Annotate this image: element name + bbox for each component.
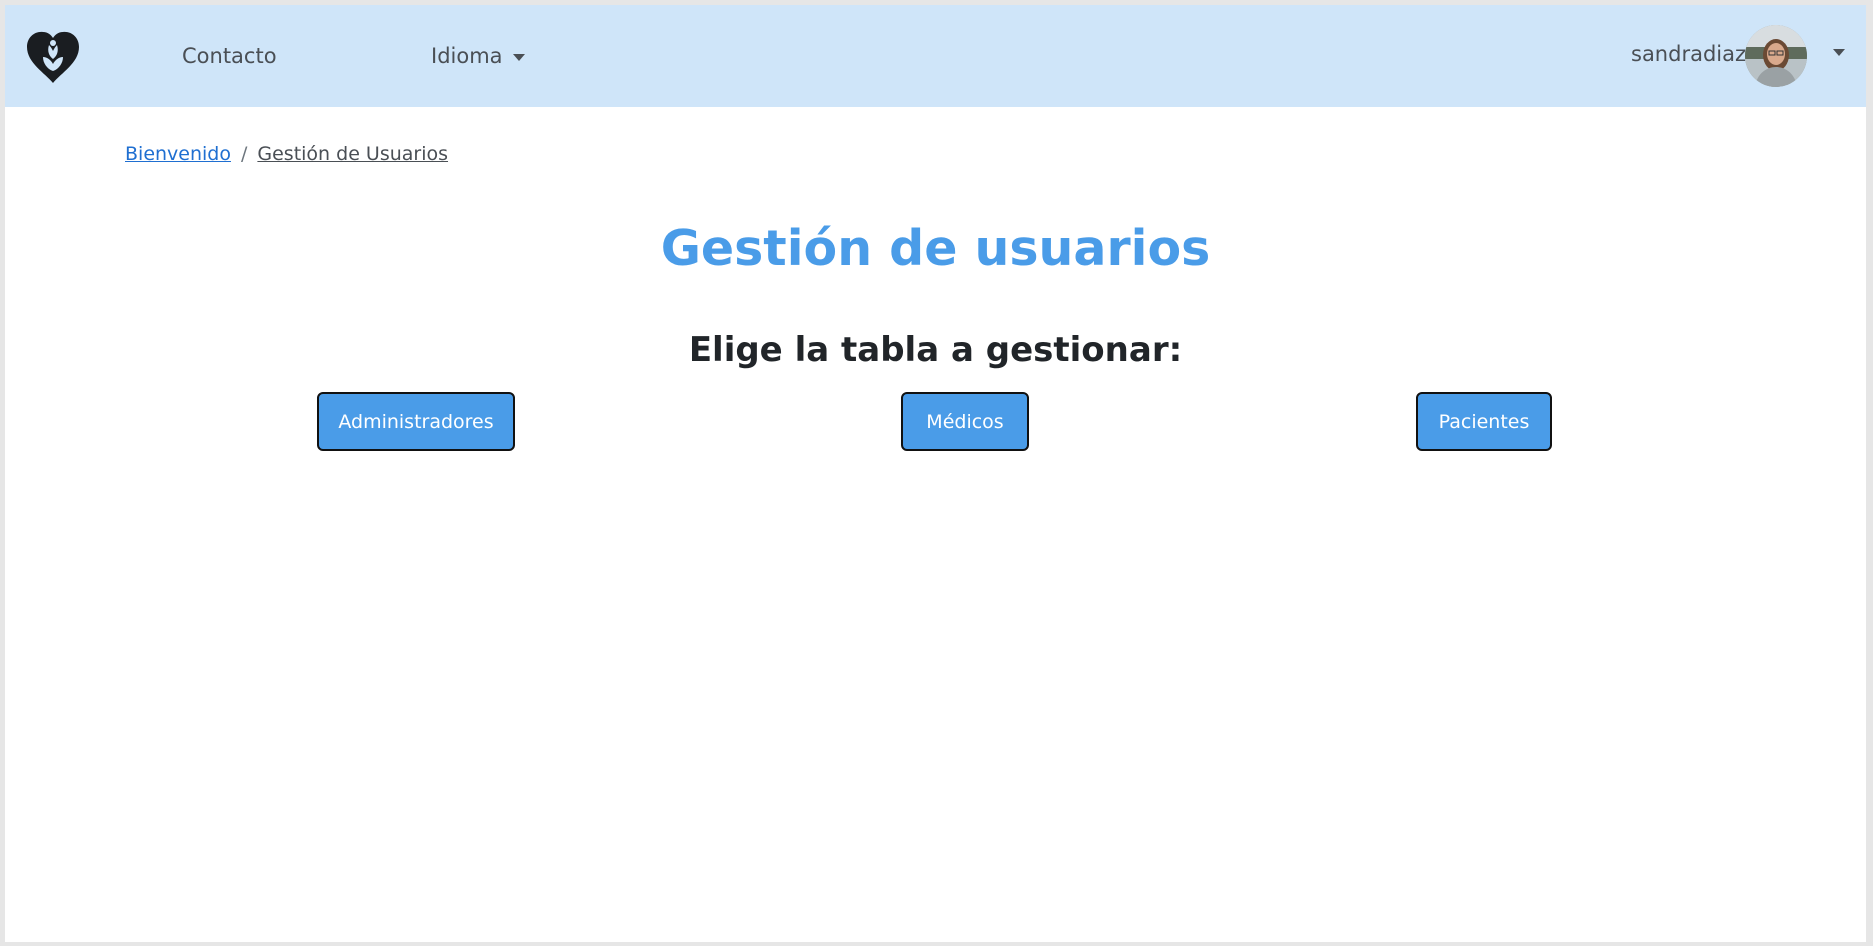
user-name[interactable]: sandradiaz bbox=[1631, 42, 1746, 66]
chevron-down-icon bbox=[512, 53, 525, 61]
breadcrumb-current: Gestión de Usuarios bbox=[257, 143, 449, 165]
page-frame: Contacto Idioma sandradiaz Bienvenido / Ge… bbox=[5, 5, 1866, 942]
user-menu-chevron-down-icon[interactable] bbox=[1833, 49, 1845, 56]
nav-idioma-dropdown[interactable]: Idioma bbox=[431, 44, 525, 68]
page-subtitle: Elige la tabla a gestionar: bbox=[688, 330, 1183, 370]
avatar[interactable] bbox=[1745, 25, 1807, 87]
medicos-button[interactable]: Médicos bbox=[901, 392, 1029, 451]
breadcrumb: Bienvenido / Gestión de Usuarios bbox=[125, 143, 448, 165]
page-title: Gestión de usuarios bbox=[660, 220, 1211, 277]
pacientes-button[interactable]: Pacientes bbox=[1416, 392, 1552, 451]
nav-contacto-link[interactable]: Contacto bbox=[182, 44, 277, 68]
breadcrumb-home-link[interactable]: Bienvenido bbox=[125, 143, 231, 165]
nav-idioma-label: Idioma bbox=[431, 44, 503, 68]
breadcrumb-separator: / bbox=[240, 143, 248, 165]
administradores-button[interactable]: Administradores bbox=[317, 392, 515, 451]
navbar: Contacto Idioma sandradiaz bbox=[5, 5, 1866, 107]
heart-flower-logo-icon[interactable] bbox=[25, 29, 81, 85]
